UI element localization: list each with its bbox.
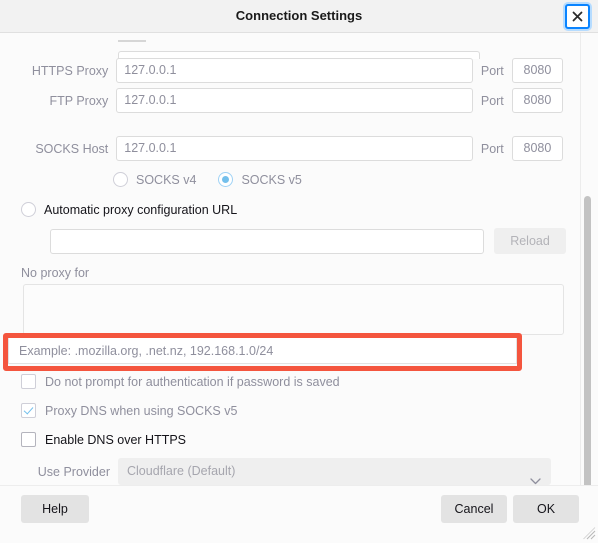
no-proxy-label: No proxy for — [21, 266, 89, 280]
https-port-label: Port — [480, 63, 504, 78]
ftp-proxy-input[interactable]: 127.0.0.1 — [116, 88, 473, 113]
socks-v5-label[interactable]: SOCKS v5 — [241, 173, 301, 187]
enable-doh-row: Enable DNS over HTTPS — [21, 432, 186, 447]
close-icon — [572, 11, 583, 22]
dialog-title: Connection Settings — [235, 8, 363, 23]
use-provider-value: Cloudflare (Default) — [127, 464, 236, 478]
chevron-down-icon — [530, 468, 541, 485]
proxy-dns-socks-checkbox[interactable] — [21, 403, 36, 418]
socks-v4-label[interactable]: SOCKS v4 — [136, 173, 196, 187]
ftp-port-input[interactable]: 8080 — [511, 88, 564, 113]
socks-host-input[interactable]: 127.0.0.1 — [116, 136, 473, 161]
auto-proxy-url-input[interactable] — [50, 228, 484, 254]
socks-port-label: Port — [480, 141, 504, 156]
do-not-prompt-auth-checkbox[interactable] — [21, 374, 36, 389]
ok-button[interactable]: OK — [513, 495, 579, 523]
help-button[interactable]: Help — [21, 495, 89, 523]
socks-host-row: SOCKS Host 127.0.0.1 Port 8080 — [0, 136, 564, 161]
ftp-port-label: Port — [480, 93, 504, 108]
do-not-prompt-auth-label[interactable]: Do not prompt for authentication if pass… — [45, 375, 340, 389]
content-divider — [580, 33, 581, 485]
scrollbar-track[interactable] — [584, 33, 595, 485]
auto-proxy-config-radio[interactable] — [21, 202, 36, 217]
enable-doh-label[interactable]: Enable DNS over HTTPS — [45, 433, 186, 447]
no-proxy-label-text: No proxy for — [21, 266, 90, 280]
https-proxy-input[interactable]: 127.0.0.1 — [116, 58, 473, 83]
do-not-prompt-auth-row: Do not prompt for authentication if pass… — [21, 374, 340, 389]
proxy-dns-socks-label[interactable]: Proxy DNS when using SOCKS v5 — [45, 404, 237, 418]
socks-port-input[interactable]: 8080 — [511, 136, 564, 161]
socks-v5-radio[interactable] — [218, 172, 234, 187]
dialog-footer: Help Cancel OK — [0, 485, 598, 542]
no-proxy-textarea[interactable] — [23, 284, 564, 335]
https-port-input[interactable]: 8080 — [511, 58, 564, 83]
settings-scroll-area[interactable]: HTTPS Proxy 127.0.0.1 Port 8080 FTP Prox… — [0, 33, 598, 485]
socks-host-label: SOCKS Host — [35, 141, 109, 156]
enable-doh-checkbox[interactable] — [21, 432, 36, 447]
use-provider-row: Use Provider Cloudflare (Default) — [0, 458, 563, 485]
reload-button[interactable]: Reload — [494, 228, 566, 254]
scrollbar-thumb[interactable] — [584, 196, 591, 485]
close-button[interactable] — [565, 4, 590, 29]
ftp-proxy-row: FTP Proxy 127.0.0.1 Port 8080 — [0, 88, 564, 113]
https-proxy-label: HTTPS Proxy — [31, 63, 109, 78]
proxy-dns-socks-row: Proxy DNS when using SOCKS v5 — [21, 403, 237, 418]
use-provider-dropdown[interactable]: Cloudflare (Default) — [118, 458, 551, 485]
auto-proxy-config-label[interactable]: Automatic proxy configuration URL — [44, 203, 237, 217]
clipped-content-top — [118, 40, 146, 42]
socks-version-group: SOCKS v4 SOCKS v5 — [113, 172, 302, 187]
socks-v4-radio[interactable] — [113, 172, 128, 187]
auto-proxy-config-row: Automatic proxy configuration URL — [21, 202, 237, 217]
cancel-button[interactable]: Cancel — [441, 495, 507, 523]
use-provider-label: Use Provider — [37, 464, 110, 479]
dialog-titlebar: Connection Settings — [0, 0, 598, 33]
https-proxy-row: HTTPS Proxy 127.0.0.1 Port 8080 — [0, 58, 564, 83]
resize-grip-icon[interactable] — [583, 527, 596, 540]
ftp-proxy-label: FTP Proxy — [49, 93, 109, 108]
no-proxy-example-text: Example: .mozilla.org, .net.nz, 192.168.… — [8, 336, 517, 364]
auto-proxy-url-row: Reload — [50, 228, 566, 254]
